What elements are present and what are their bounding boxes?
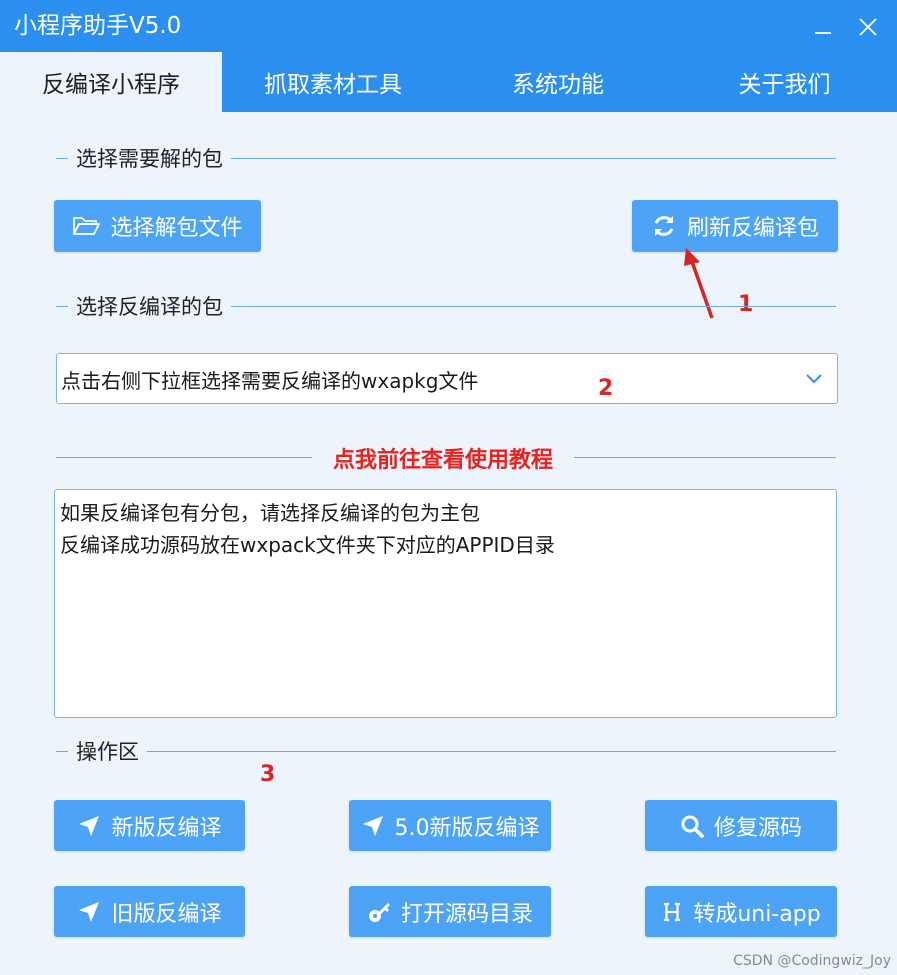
repair-source-button[interactable]: 修复源码 bbox=[645, 800, 837, 851]
tab-decompile[interactable]: 反编译小程序 bbox=[0, 52, 222, 112]
v5-new-decompile-button[interactable]: 5.0新版反编译 bbox=[349, 800, 551, 851]
watermark: CSDN @Codingwiz_Joy bbox=[733, 953, 891, 969]
repair-source-label: 修复源码 bbox=[713, 815, 802, 841]
old-decompile-button[interactable]: 旧版反编译 bbox=[54, 886, 245, 937]
title-bar[interactable]: 小程序助手V5.0 bbox=[0, 0, 897, 52]
minimize-icon bbox=[815, 32, 831, 34]
app-window: 小程序助手V5.0 反编译小程序 抓取素材工具 系统功能 关于我们 选择需要解的… bbox=[0, 0, 897, 975]
new-decompile-label: 新版反编译 bbox=[111, 815, 222, 841]
info-line-2: 反编译成功源码放在wxpack文件夹下对应的APPID目录 bbox=[60, 533, 555, 557]
folder-open-icon bbox=[73, 217, 101, 235]
new-decompile-button[interactable]: 新版反编译 bbox=[54, 800, 245, 851]
refresh-decompile-label: 刷新反编译包 bbox=[686, 216, 819, 241]
to-uniapp-button[interactable]: 转成uni-app bbox=[645, 886, 837, 937]
tab-bar: 反编译小程序 抓取素材工具 系统功能 关于我们 bbox=[0, 52, 897, 112]
section-title-select-package: 选择需要解的包 bbox=[68, 145, 231, 173]
close-button[interactable] bbox=[851, 10, 885, 44]
old-decompile-label: 旧版反编译 bbox=[111, 901, 222, 927]
info-textarea[interactable]: 如果反编译包有分包，请选择反编译的包为主包 反编译成功源码放在wxpack文件夹… bbox=[54, 489, 837, 718]
location-arrow-icon bbox=[79, 901, 100, 922]
window-title: 小程序助手V5.0 bbox=[14, 13, 182, 39]
open-source-dir-label: 打开源码目录 bbox=[400, 901, 533, 927]
location-arrow-icon bbox=[362, 815, 383, 836]
section-divider bbox=[56, 751, 836, 752]
refresh-decompile-button[interactable]: 刷新反编译包 bbox=[632, 200, 838, 252]
tab-system[interactable]: 系统功能 bbox=[444, 52, 672, 112]
tab-grab-assets[interactable]: 抓取素材工具 bbox=[222, 52, 444, 112]
annotation-arrow-icon bbox=[684, 248, 714, 319]
annotation-marker-1: 1 bbox=[738, 292, 754, 317]
chevron-down-icon[interactable] bbox=[805, 369, 823, 387]
info-line-1: 如果反编译包有分包，请选择反编译的包为主包 bbox=[60, 501, 480, 525]
key-icon bbox=[368, 902, 390, 922]
minimize-button[interactable] bbox=[806, 10, 840, 44]
refresh-icon bbox=[654, 216, 674, 236]
select-unpack-file-label: 选择解包文件 bbox=[110, 216, 243, 241]
section-title-select-decompile: 选择反编译的包 bbox=[68, 293, 231, 321]
open-source-dir-button[interactable]: 打开源码目录 bbox=[349, 886, 551, 937]
wxapkg-select-value: 点击右侧下拉框选择需要反编译的wxapkg文件 bbox=[61, 369, 479, 393]
heading-icon bbox=[664, 902, 681, 921]
tutorial-link[interactable]: 点我前往查看使用教程 bbox=[312, 442, 574, 474]
annotation-marker-3: 3 bbox=[260, 762, 276, 787]
annotation-marker-2: 2 bbox=[598, 376, 614, 401]
search-icon bbox=[681, 815, 704, 838]
to-uniapp-label: 转成uni-app bbox=[693, 901, 821, 927]
section-title-operations: 操作区 bbox=[68, 738, 147, 766]
tab-about[interactable]: 关于我们 bbox=[672, 52, 897, 112]
wxapkg-select[interactable]: 点击右侧下拉框选择需要反编译的wxapkg文件 bbox=[56, 353, 838, 404]
v5-new-decompile-label: 5.0新版反编译 bbox=[394, 815, 540, 841]
location-arrow-icon bbox=[79, 815, 100, 836]
close-icon bbox=[859, 18, 877, 36]
select-unpack-file-button[interactable]: 选择解包文件 bbox=[54, 200, 261, 252]
